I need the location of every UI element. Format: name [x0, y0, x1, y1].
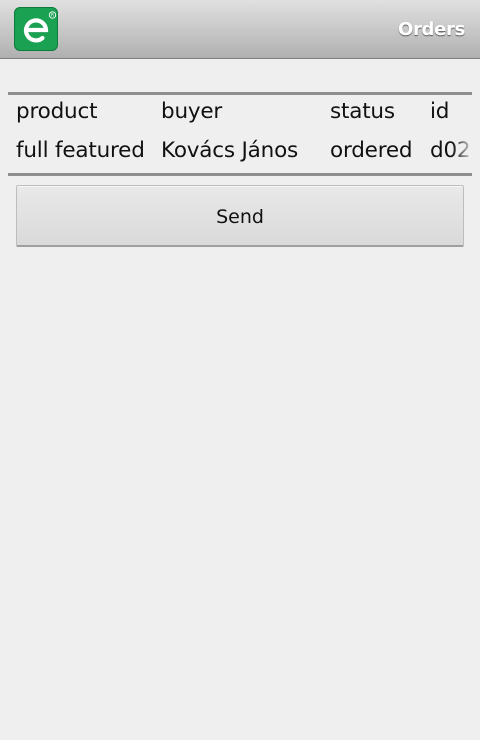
page-title: Orders	[397, 19, 465, 40]
table-overflow-fade	[452, 136, 474, 168]
table-top-divider	[8, 92, 472, 95]
column-header-status: status	[330, 99, 395, 124]
cell-product: full featured	[16, 138, 145, 163]
table-bottom-divider	[8, 173, 472, 176]
app-root: R Orders product buyer status id full fe…	[0, 0, 480, 740]
column-header-product: product	[16, 99, 98, 124]
cell-status: ordered	[330, 138, 413, 163]
app-logo-icon[interactable]: R	[14, 7, 58, 51]
e-logo-icon: R	[23, 11, 57, 43]
send-button[interactable]: Send	[16, 185, 464, 247]
column-header-id: id	[430, 99, 450, 124]
send-button-label: Send	[216, 206, 264, 228]
action-bar: R Orders	[0, 0, 480, 59]
column-header-buyer: buyer	[161, 99, 223, 124]
svg-text:R: R	[51, 13, 54, 19]
cell-buyer: Kovács János	[161, 138, 299, 163]
